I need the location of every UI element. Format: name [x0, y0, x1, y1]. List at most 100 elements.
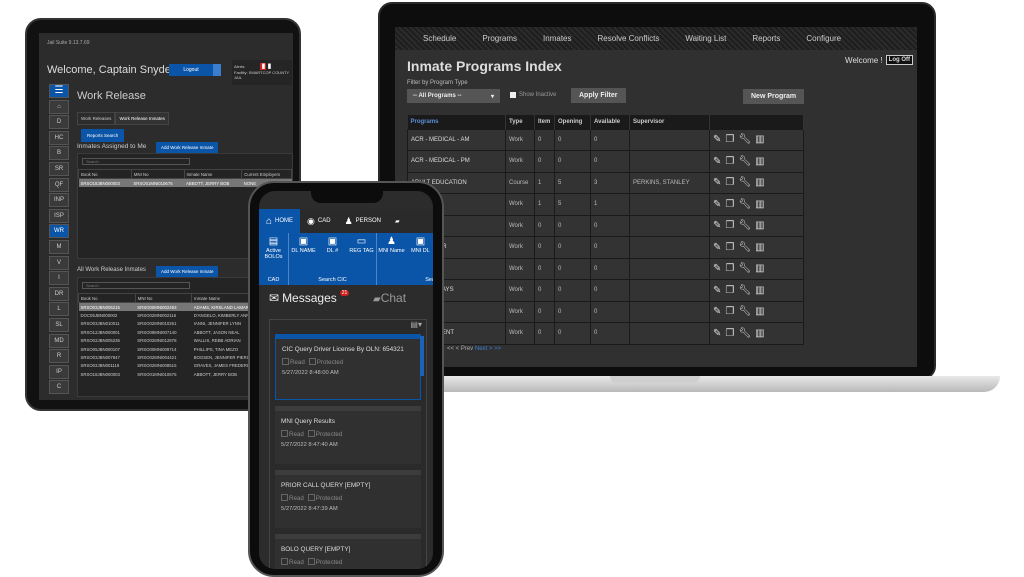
trash-icon[interactable]: ▥: [755, 285, 768, 296]
trash-icon[interactable]: ▥: [755, 220, 768, 231]
protected-checkbox[interactable]: Protected: [308, 358, 343, 366]
tab-person[interactable]: ♟ PERSON: [338, 209, 388, 233]
copy-icon[interactable]: ❐: [725, 177, 738, 188]
wrench-icon[interactable]: 🔧︎: [738, 306, 755, 317]
nav-waiting-list[interactable]: Waiting List: [685, 34, 726, 43]
show-inactive-checkbox[interactable]: Show Inactive: [510, 92, 556, 98]
search-input[interactable]: Search: [82, 158, 190, 165]
tab-vehicle[interactable]: ▰: [388, 209, 407, 233]
copy-icon[interactable]: ❐: [725, 263, 738, 274]
message-item[interactable]: PRIOR CALL QUERY [EMPTY] Read Protected 5/2…: [275, 470, 421, 528]
tab-work-releases[interactable]: Work Releases: [77, 112, 116, 125]
pencil-icon[interactable]: ✎: [713, 199, 725, 210]
pencil-icon[interactable]: ✎: [713, 177, 725, 188]
scrollbar[interactable]: [420, 336, 424, 376]
mni-name-button[interactable]: ♟ MNI Name: [377, 233, 406, 275]
trash-icon[interactable]: ▥: [755, 242, 768, 253]
nav-programs[interactable]: Programs: [482, 34, 517, 43]
apply-filter-button[interactable]: Apply Filter: [571, 88, 626, 103]
add-work-release-inmate-button-2[interactable]: Add Work Release Inmate: [156, 266, 219, 277]
message-item[interactable]: MNI Query Results Read Protected 5/27/2022 …: [275, 406, 421, 464]
protected-checkbox[interactable]: Protected: [307, 430, 342, 438]
wrench-icon[interactable]: 🔧︎: [738, 220, 755, 231]
next-link[interactable]: Next > >>: [475, 346, 501, 352]
table-row[interactable]: OO HALLWAYSWork000✎❐🔧︎▥: [407, 279, 804, 302]
chat-tab[interactable]: ▰Chat: [373, 291, 406, 305]
sidebar-item-d[interactable]: D: [49, 115, 69, 130]
home-icon[interactable]: ⌂: [49, 99, 69, 114]
wrench-icon[interactable]: 🔧︎: [738, 134, 755, 145]
table-row[interactable]: HWork151✎❐🔧︎▥: [407, 193, 804, 216]
tab-work-release-inmates[interactable]: Work Release Inmates: [115, 112, 169, 125]
hamburger-menu-icon[interactable]: ☰: [49, 84, 69, 98]
wrench-icon[interactable]: 🔧︎: [738, 177, 755, 188]
sidebar-item-md[interactable]: MD: [49, 333, 69, 348]
alert-icon[interactable]: ▮: [260, 63, 267, 70]
protected-checkbox[interactable]: Protected: [307, 494, 342, 502]
new-program-button[interactable]: New Program: [743, 89, 805, 104]
read-checkbox[interactable]: Read: [281, 494, 304, 502]
search-input[interactable]: Search: [82, 282, 190, 289]
messages-tab[interactable]: ✉ Messages 21: [269, 290, 350, 305]
table-row[interactable]: ERWork000✎❐🔧︎▥: [407, 214, 804, 237]
copy-icon[interactable]: ❐: [725, 306, 738, 317]
sidebar-item-isp[interactable]: ISP: [49, 208, 69, 223]
sidebar-item-v[interactable]: V: [49, 255, 69, 270]
table-row[interactable]: MANAGEMENTWork000✎❐🔧︎▥: [407, 322, 804, 345]
copy-icon[interactable]: ❐: [725, 156, 738, 167]
sidebar-item-r[interactable]: R: [49, 349, 69, 364]
table-row[interactable]: RKERWork000✎❐🔧︎▥: [407, 300, 804, 323]
sidebar-item-qf[interactable]: QF: [49, 177, 69, 192]
trash-icon[interactable]: ▥: [755, 177, 768, 188]
copy-icon[interactable]: ❐: [725, 242, 738, 253]
trash-icon[interactable]: ▥: [755, 328, 768, 339]
table-row[interactable]: ARYWork000✎❐🔧︎▥: [407, 257, 804, 280]
reg-tag-button[interactable]: ▭ REG TAG: [347, 233, 376, 275]
add-work-release-inmate-button[interactable]: Add Work Release Inmate: [156, 142, 219, 153]
mni-dl-button[interactable]: ▣ MNI DL: [406, 233, 433, 275]
read-checkbox[interactable]: Read: [281, 558, 304, 566]
sidebar-item-inp[interactable]: INP: [49, 193, 69, 208]
program-type-select[interactable]: -- All Programs -- ▾: [407, 89, 500, 103]
logoff-button[interactable]: Log Off: [885, 55, 913, 65]
reports-search-button[interactable]: Reports Search: [81, 129, 125, 142]
read-checkbox[interactable]: Read: [281, 430, 304, 438]
wrench-icon[interactable]: 🔧︎: [738, 199, 755, 210]
pencil-icon[interactable]: ✎: [713, 134, 725, 145]
pencil-icon[interactable]: ✎: [713, 306, 725, 317]
pencil-icon[interactable]: ✎: [713, 156, 725, 167]
sidebar-item-wr[interactable]: WR: [49, 224, 69, 239]
table-row[interactable]: ACR - MEDICAL - PM Work 0 0 0 ✎❐🔧︎▥: [407, 150, 804, 173]
sidebar-item-ip[interactable]: IP: [49, 364, 69, 379]
trash-icon[interactable]: ▥: [755, 263, 768, 274]
copy-icon[interactable]: ❐: [725, 220, 738, 231]
trash-icon[interactable]: ▥: [755, 156, 768, 167]
message-item[interactable]: CIC Query Driver License By OLN: 654321 R…: [275, 334, 421, 400]
trash-icon[interactable]: ▥: [755, 199, 768, 210]
copy-icon[interactable]: ❐: [725, 134, 738, 145]
table-row[interactable]: CK PAINTERWork000✎❐🔧︎▥: [407, 236, 804, 259]
alert-icon[interactable]: ▮: [267, 63, 271, 70]
pencil-icon[interactable]: ✎: [713, 263, 725, 274]
wrench-icon[interactable]: 🔧︎: [738, 285, 755, 296]
sidebar-item-m[interactable]: M: [49, 239, 69, 254]
sidebar-item-sr[interactable]: SR: [49, 161, 69, 176]
copy-icon[interactable]: ❐: [725, 285, 738, 296]
nav-reports[interactable]: Reports: [752, 34, 780, 43]
sidebar-item-b[interactable]: B: [49, 146, 69, 161]
dl-name-button[interactable]: ▣ DL NAME: [289, 233, 318, 275]
pencil-icon[interactable]: ✎: [713, 242, 725, 253]
message-item[interactable]: BOLO QUERY [EMPTY]ReadProtected5/27/2022…: [275, 534, 421, 569]
nav-schedule[interactable]: Schedule: [423, 34, 456, 43]
nav-resolve-conflicts[interactable]: Resolve Conflicts: [598, 34, 660, 43]
table-row[interactable]: ACR - MEDICAL - AM Work 0 0 0 ✎❐🔧︎▥: [407, 128, 804, 151]
wrench-icon[interactable]: 🔧︎: [738, 328, 755, 339]
copy-icon[interactable]: ❐: [725, 199, 738, 210]
active-bolos-button[interactable]: ▤ Active BOLOs: [259, 233, 288, 275]
pencil-icon[interactable]: ✎: [713, 285, 725, 296]
table-row[interactable]: ADULT EDUCATION Course 1 5 3 PERKINS, STANLEY…: [407, 171, 804, 194]
dl-number-button[interactable]: ▣ DL #: [318, 233, 347, 275]
logout-button[interactable]: Logout: [169, 64, 221, 76]
pencil-icon[interactable]: ✎: [713, 220, 725, 231]
prev-link[interactable]: << < Prev: [447, 346, 473, 352]
